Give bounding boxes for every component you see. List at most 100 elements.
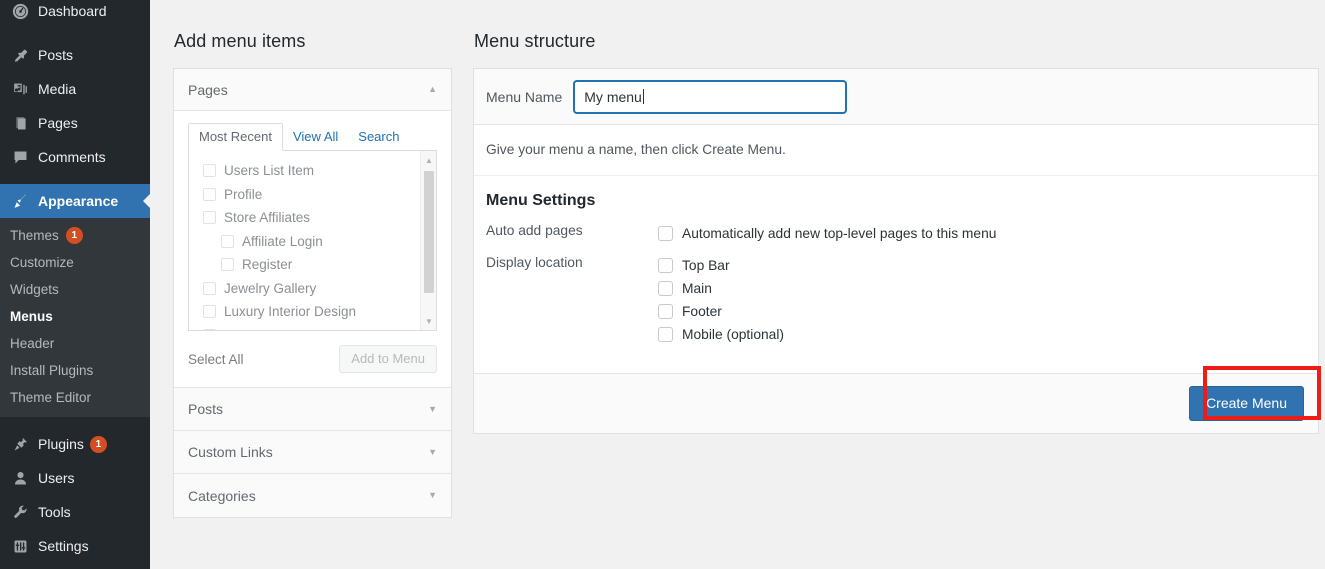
sidebar-item-appearance[interactable]: Appearance <box>0 184 150 218</box>
accordion-header-pages[interactable]: Pages ▲ <box>174 69 451 111</box>
location-option-mobile[interactable]: Mobile (optional) <box>658 323 1306 346</box>
menu-name-label: Menu Name <box>486 88 563 105</box>
menu-structure-footer: Create Menu <box>474 373 1318 433</box>
list-item[interactable]: Affiliate Login <box>189 230 436 254</box>
list-item[interactable]: Luxury Interior Design <box>189 300 436 324</box>
scrollbar-thumb[interactable] <box>424 171 434 293</box>
list-item[interactable]: Jewelry Gallery <box>189 277 436 301</box>
pages-list-scrollbar[interactable]: ▲ ▼ <box>420 151 436 330</box>
submenu-item-header[interactable]: Header <box>0 330 150 357</box>
sidebar-item-pages[interactable]: Pages <box>0 106 150 140</box>
submenu-item-menus[interactable]: Menus <box>0 303 150 330</box>
location-label: Mobile (optional) <box>682 327 784 342</box>
page-label: Affiliate Login <box>242 233 323 249</box>
sidebar-item-posts[interactable]: Posts <box>0 38 150 72</box>
sidebar-label: Users <box>38 470 75 486</box>
sidebar-label: Media <box>38 81 77 97</box>
submenu-label: Menus <box>10 309 53 324</box>
list-item[interactable]: Contact <box>189 324 436 330</box>
location-option-top-bar[interactable]: Top Bar <box>658 254 1306 277</box>
page-label: Users List Item <box>224 163 315 179</box>
list-item[interactable]: Profile <box>189 183 436 207</box>
settings-icon <box>10 536 30 556</box>
select-all-link[interactable]: Select All <box>188 352 244 367</box>
page-checkbox[interactable] <box>203 164 216 178</box>
scroll-up-icon[interactable]: ▲ <box>421 152 436 168</box>
auto-add-pages-checkbox[interactable] <box>658 226 673 241</box>
chevron-down-icon: ▼ <box>428 403 437 414</box>
location-checkbox[interactable] <box>658 304 673 319</box>
submenu-label: Widgets <box>10 282 59 297</box>
list-item[interactable]: Users List Item <box>189 159 436 183</box>
submenu-label: Customize <box>10 255 74 270</box>
menu-name-input[interactable]: My menu <box>574 80 847 113</box>
sidebar-item-plugins[interactable]: Plugins 1 <box>0 427 150 461</box>
tab-search[interactable]: Search <box>348 124 409 150</box>
page-checkbox[interactable] <box>203 281 216 295</box>
submenu-item-widgets[interactable]: Widgets <box>0 276 150 303</box>
create-menu-button[interactable]: Create Menu <box>1189 386 1304 421</box>
sidebar-item-tools[interactable]: Tools <box>0 495 150 529</box>
brush-icon <box>10 191 30 211</box>
accordion-header-categories[interactable]: Categories ▼ <box>174 474 451 517</box>
chevron-down-icon: ▼ <box>428 446 437 457</box>
list-item[interactable]: Register <box>189 253 436 277</box>
location-checkbox[interactable] <box>658 281 673 296</box>
dashboard-icon <box>10 1 30 21</box>
admin-sidebar: Dashboard Posts Media Pages Comments App… <box>0 0 150 569</box>
location-checkbox[interactable] <box>658 258 673 273</box>
add-to-menu-button[interactable]: Add to Menu <box>339 345 437 373</box>
page-label: Jewelry Gallery <box>224 280 317 296</box>
accordion-title: Categories <box>188 487 256 504</box>
scroll-down-icon[interactable]: ▼ <box>421 313 436 329</box>
sidebar-item-dashboard[interactable]: Dashboard <box>0 0 150 28</box>
chevron-down-icon: ▼ <box>428 490 437 500</box>
sidebar-item-users[interactable]: Users <box>0 461 150 495</box>
sidebar-divider <box>0 28 150 38</box>
submenu-item-customize[interactable]: Customize <box>0 249 150 276</box>
accordion-title: Pages <box>188 81 228 98</box>
menu-settings-section: Menu Settings Auto add pages Automatical… <box>474 176 1318 373</box>
location-option-main[interactable]: Main <box>658 277 1306 300</box>
submenu-item-install-plugins[interactable]: Install Plugins <box>0 357 150 384</box>
menu-structure-panel: Menu Name My menu Give your menu a name,… <box>473 68 1319 434</box>
chevron-up-icon: ▲ <box>428 84 437 94</box>
page-checkbox[interactable] <box>203 211 216 225</box>
plugins-update-badge: 1 <box>89 435 107 453</box>
sidebar-item-settings[interactable]: Settings <box>0 529 150 563</box>
page-checkbox[interactable] <box>221 258 234 272</box>
text-cursor <box>642 89 644 104</box>
media-icon <box>10 79 30 99</box>
list-item[interactable]: Store Affiliates <box>189 206 436 230</box>
themes-update-badge: 1 <box>65 227 83 244</box>
page-checkbox[interactable] <box>203 305 216 319</box>
auto-add-pages-option[interactable]: Automatically add new top-level pages to… <box>658 222 1306 245</box>
location-checkbox[interactable] <box>658 327 673 342</box>
submenu-item-theme-editor[interactable]: Theme Editor <box>0 384 150 411</box>
pages-icon <box>10 113 30 133</box>
accordion-header-custom-links[interactable]: Custom Links ▼ <box>174 431 451 474</box>
location-option-footer[interactable]: Footer <box>658 300 1306 323</box>
menu-name-hint: Give your menu a name, then click Create… <box>474 125 1318 176</box>
pages-accordion-body: Most Recent View All Search Users List I… <box>174 111 451 331</box>
page-checkbox[interactable] <box>203 187 216 201</box>
add-menu-items-panel: Pages ▲ Most Recent View All Search User… <box>173 68 452 518</box>
sidebar-item-comments[interactable]: Comments <box>0 140 150 174</box>
accordion-header-posts[interactable]: Posts ▼ <box>174 388 451 431</box>
sidebar-label: Settings <box>38 538 89 554</box>
menu-name-value: My menu <box>584 88 642 105</box>
menu-name-row: Menu Name My menu <box>474 69 1318 125</box>
page-checkbox[interactable] <box>203 328 216 330</box>
menu-structure-heading: Menu structure <box>474 31 596 51</box>
sidebar-item-media[interactable]: Media <box>0 72 150 106</box>
menu-settings-title: Menu Settings <box>486 192 596 209</box>
page-checkbox[interactable] <box>221 234 234 248</box>
pages-accordion-footer: Select All Add to Menu <box>174 331 451 388</box>
sidebar-label: Tools <box>38 504 71 520</box>
page-label: Register <box>242 257 293 273</box>
tab-most-recent[interactable]: Most Recent <box>188 123 283 151</box>
sidebar-label: Plugins <box>38 436 84 452</box>
submenu-item-themes[interactable]: Themes 1 <box>0 222 150 249</box>
tab-view-all[interactable]: View All <box>283 124 348 150</box>
page-label: Luxury Interior Design <box>224 304 357 320</box>
